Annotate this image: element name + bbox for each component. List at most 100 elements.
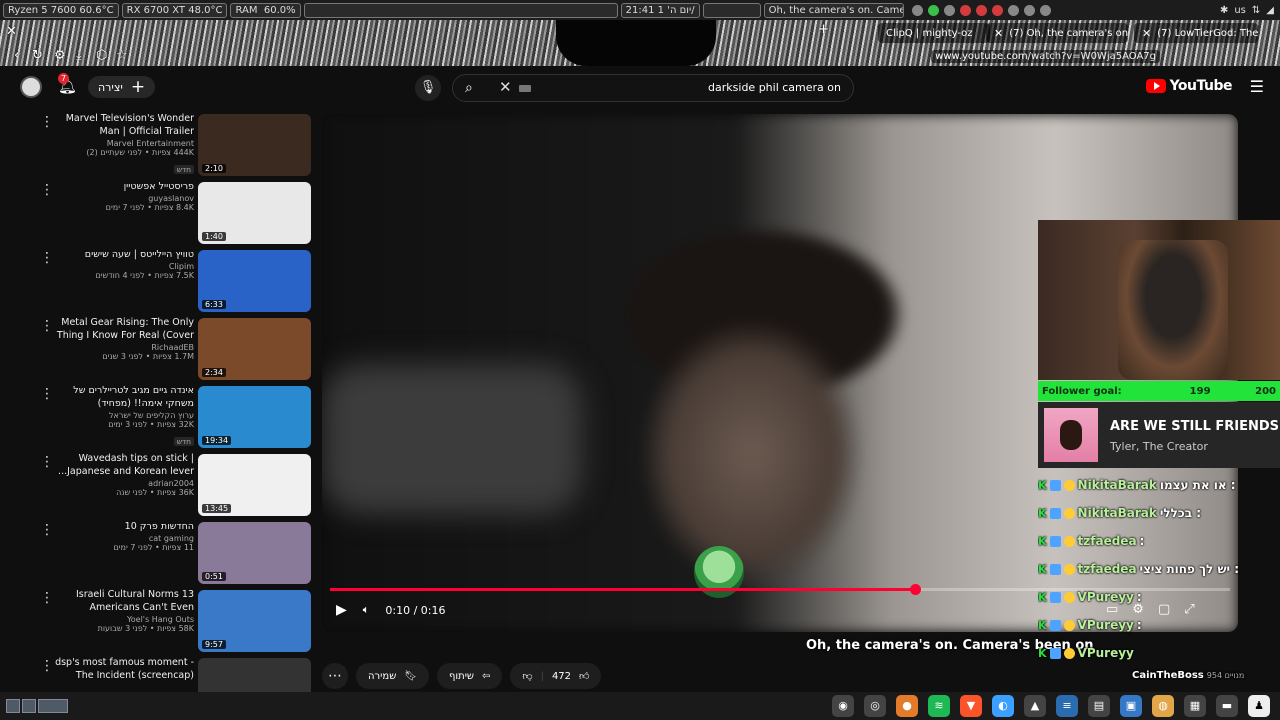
video-thumbnail[interactable]: 2:34 [198,318,311,380]
active-window-title[interactable]: Oh, the camera's on. Camer... [763,2,904,18]
chat-username[interactable]: VPureyy [1078,590,1134,604]
dislike-icon[interactable]: 👎︎ [522,670,532,682]
more-vert-icon[interactable]: ⋮ [40,386,54,402]
video-thumbnail[interactable]: 13:45 [198,454,311,516]
video-thumbnail[interactable]: 9:57 [198,590,311,652]
app-icon[interactable]: ♟ [1248,695,1270,717]
recommended-video[interactable]: ⋮ החדשות פרק 10 cat gaming 11 צפיות • לפני … [34,520,314,584]
recommended-video[interactable]: ⋮ Marvel Television's Wonder Man | Offici… [34,112,314,176]
search-input[interactable]: darkside phil camera on [708,81,841,94]
create-button[interactable]: יצירה + [88,76,156,98]
video-thumbnail[interactable]: 1:40 [198,182,311,244]
menu-icon[interactable]: ☰ [1250,77,1264,96]
chat-username[interactable]: NikitaBarak [1078,506,1157,520]
network-icon[interactable]: ⇅ [1252,5,1260,16]
more-vert-icon[interactable]: ⋮ [40,182,54,198]
clear-search-icon[interactable]: ✕ [499,78,512,96]
download-icon[interactable]: ⤓ [76,48,82,63]
chat-username[interactable]: VPureyy [1078,618,1134,632]
play-icon[interactable]: ▶ [336,602,347,618]
recommended-video[interactable]: ⋮ טוויץ היילייטס | שעה שישים Clipim 7.5K צפ… [34,248,314,312]
share-button[interactable]: שיתוף ⇦ [437,663,503,689]
bookmark-icon[interactable]: ☆ [116,48,128,63]
video-thumbnail[interactable]: 6:33 [198,250,311,312]
inkscape-icon[interactable]: ▲ [1024,695,1046,717]
more-vert-icon[interactable]: ⋮ [40,250,54,266]
files-icon[interactable]: ▤ [1088,695,1110,717]
channel-name[interactable]: Yoel's Hang Outs [54,615,194,624]
tab-clipq[interactable]: ClipQ | mighty-oz [878,23,990,43]
steam-icon[interactable] [1007,4,1019,16]
channel-owner-row[interactable]: CainTheBoss 954 מנויים [1132,662,1280,688]
recommended-video[interactable]: ⋮ אינדה גיים מגיב לטריילרים של משחקי אימה… [34,384,314,448]
workspace-2[interactable] [22,699,36,713]
more-vert-icon[interactable]: ⋮ [40,658,54,674]
recommended-video[interactable]: ⋮ Wavedash tips on stick | Japanese and K… [34,452,314,516]
brave-icon[interactable]: ▼ [960,695,982,717]
video-title[interactable]: dsp's most famous moment - The Incident … [54,656,194,682]
reload-icon[interactable]: ↻ [32,48,43,63]
more-vert-icon[interactable]: ⋮ [40,590,54,606]
chat-username[interactable]: tzfaedea [1078,562,1137,576]
more-actions-button[interactable]: ⋯ [322,663,348,689]
store-icon[interactable]: ▣ [1120,695,1142,717]
recommended-video[interactable]: ⋮ 13 Israeli Cultural Norms Americans Can… [34,588,314,652]
language-indicator[interactable]: us [1234,5,1246,16]
progress-knob[interactable] [910,584,921,595]
video-title[interactable]: פריסטייל אפשטיין [54,180,194,193]
chat-username[interactable]: NikitaBarak [1078,478,1157,492]
spotify-icon[interactable]: ≋ [928,695,950,717]
layers-icon[interactable]: ≡ [1056,695,1078,717]
more-vert-icon[interactable]: ⋮ [40,318,54,334]
steam-icon[interactable]: ◎ [864,695,886,717]
channel-name[interactable]: guyaslanov [54,194,194,203]
back-icon[interactable]: ‹ [14,48,19,63]
workspace-3[interactable] [38,699,68,713]
channel-name[interactable]: adrian2004 [54,479,194,488]
video-title[interactable]: טוויץ היילייטס | שעה שישים [54,248,194,261]
tray-icon[interactable] [959,4,971,16]
notifications-button[interactable]: 🔔︎ 7 [58,73,78,97]
more-vert-icon[interactable]: ⋮ [40,522,54,538]
keyboard-icon[interactable] [519,85,531,92]
firefox-icon[interactable]: ● [896,695,918,717]
chat-username[interactable]: tzfaedea [1078,534,1137,548]
recommended-video[interactable]: ⋮ dsp's most famous moment - The Incident… [34,656,314,696]
tray-icon[interactable] [911,4,923,16]
tab-current-video[interactable]: ✕ (7) Oh, the camera's on. C [986,23,1128,43]
recommended-video[interactable]: ⋮ פריסטייל אפשטיין guyaslanov 8.4K צפיות • … [34,180,314,244]
video-title[interactable]: Marvel Television's Wonder Man | Officia… [54,112,194,138]
app-icon[interactable]: ◍ [1152,695,1174,717]
close-tab-icon[interactable]: ✕ [994,27,1003,40]
monitor-icon[interactable]: ▦ [1184,695,1206,717]
save-button[interactable]: שמירה 🔖︎ [356,663,429,689]
video-thumbnail[interactable]: 2:10 [198,114,311,176]
close-tab-icon[interactable]: ✕ [1142,27,1151,40]
browser-active-icon[interactable]: ◐ [992,695,1014,717]
channel-name[interactable]: cat gaming [54,534,194,543]
address-bar[interactable]: www.youtube.com/watch?v=W0Wja5AOA7g [931,50,1160,63]
settings-icon[interactable]: ⚙ [54,48,66,63]
bluetooth-icon[interactable]: ✱ [1220,5,1228,16]
volume-icon[interactable]: ◢ [1266,5,1274,16]
like-icon[interactable]: 👍︎ [579,670,589,682]
tray-icon[interactable] [1039,4,1051,16]
video-title[interactable]: 13 Israeli Cultural Norms Americans Can'… [54,588,194,614]
voice-search-button[interactable]: 🎙︎ [415,75,441,101]
clock[interactable]: 21:41 יום ה' 1/ [620,2,700,18]
youtube-logo[interactable]: YouTube [1145,78,1233,94]
tray-icon[interactable] [975,4,987,16]
tray-icon[interactable] [943,4,955,16]
terminal-icon[interactable]: ▬ [1216,695,1238,717]
video-thumbnail[interactable]: 0:51 [198,522,311,584]
account-avatar[interactable] [20,76,42,98]
video-thumbnail[interactable]: 19:34 [198,386,311,448]
search-icon[interactable]: ⌕ [465,80,473,96]
tray-icon[interactable] [1023,4,1035,16]
extension-icon[interactable]: ⬡ [96,48,107,63]
taskbar-window-slot[interactable] [303,2,618,18]
video-title[interactable]: החדשות פרק 10 [54,520,194,533]
video-title[interactable]: Wavedash tips on stick | Japanese and Ko… [54,452,194,478]
channel-name[interactable]: ערוץ הקליפים של ישראל [54,411,194,420]
volume-icon[interactable]: 🔈︎ [363,603,370,617]
